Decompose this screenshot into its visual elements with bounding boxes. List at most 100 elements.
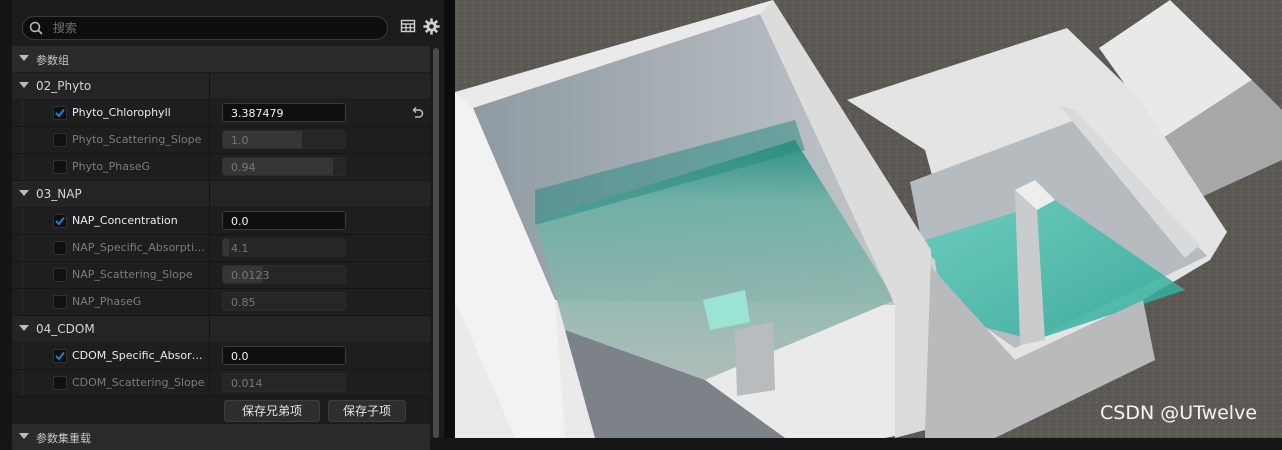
- enable-checkbox[interactable]: [53, 295, 67, 309]
- value-text: 0.85: [231, 296, 256, 309]
- indent-guide: [22, 100, 23, 126]
- column-splitter: [209, 100, 210, 126]
- enable-checkbox[interactable]: [53, 376, 67, 390]
- value-text: 1.0: [231, 134, 249, 147]
- column-splitter: [209, 235, 210, 261]
- value-field[interactable]: 0.014: [222, 373, 346, 392]
- property-row: NAP_Specific_Absorption_ 4.1: [12, 235, 430, 262]
- group-03-nap[interactable]: 03_NAP: [12, 181, 430, 207]
- checkmark-icon: [55, 351, 65, 361]
- column-splitter: [209, 73, 210, 99]
- property-name: CDOM_Scattering_Slope: [72, 376, 205, 389]
- property-name: NAP_Scattering_Slope: [72, 268, 193, 281]
- watermark: CSDN @UTwelve: [1100, 402, 1258, 424]
- value-field[interactable]: 3.387479: [222, 103, 346, 122]
- enable-checkbox[interactable]: [53, 241, 67, 255]
- section-label: 参数组: [36, 54, 69, 67]
- indent-guide: [22, 235, 23, 261]
- collapse-arrow-icon[interactable]: [19, 325, 29, 331]
- value-text: 0.014: [231, 377, 263, 390]
- value-field[interactable]: 0.0: [222, 211, 346, 230]
- property-row: Phyto_Scattering_Slope 1.0: [12, 127, 430, 154]
- enable-checkbox[interactable]: [53, 160, 67, 174]
- collapse-arrow-icon[interactable]: [19, 55, 29, 61]
- left-edge-strip: [0, 0, 12, 438]
- value-text: 0.0: [231, 215, 249, 228]
- property-name: CDOM_Specific_Absorpti...: [72, 349, 207, 362]
- value-text: 4.1: [231, 242, 249, 255]
- collapse-arrow-icon[interactable]: [19, 190, 29, 196]
- group-label: 03_NAP: [36, 187, 82, 201]
- property-name: NAP_Specific_Absorption_: [72, 241, 207, 254]
- property-row: NAP_Scattering_Slope 0.0123: [12, 262, 430, 289]
- property-row: Phyto_PhaseG 0.94: [12, 154, 430, 181]
- enable-checkbox[interactable]: [53, 106, 67, 120]
- details-toolbar: [12, 12, 390, 40]
- 3d-viewport[interactable]: CSDN @UTwelve: [455, 0, 1282, 438]
- value-field[interactable]: 0.94: [222, 157, 346, 176]
- property-row: NAP_Concentration 0.0: [12, 208, 430, 235]
- save-child-button[interactable]: 保存子项: [328, 400, 406, 422]
- value-field[interactable]: 0.0: [222, 346, 346, 365]
- value-text: 0.94: [231, 161, 256, 174]
- enable-checkbox[interactable]: [53, 349, 67, 363]
- gear-icon[interactable]: [423, 18, 440, 35]
- checkmark-icon: [55, 216, 65, 226]
- property-row: CDOM_Scattering_Slope 0.014: [12, 370, 430, 397]
- panel-divider[interactable]: [444, 0, 455, 438]
- column-splitter: [209, 181, 210, 207]
- group-04-cdom[interactable]: 04_CDOM: [12, 316, 430, 342]
- search-input[interactable]: [51, 19, 375, 37]
- enable-checkbox[interactable]: [53, 214, 67, 228]
- collapse-arrow-icon[interactable]: [19, 82, 29, 88]
- value-field[interactable]: 4.1: [222, 238, 346, 257]
- column-splitter: [209, 127, 210, 153]
- property-name: Phyto_PhaseG: [72, 160, 151, 173]
- property-name: NAP_PhaseG: [72, 295, 142, 308]
- indent-guide: [22, 289, 23, 315]
- property-name: Phyto_Chlorophyll: [72, 106, 171, 119]
- property-row: NAP_PhaseG 0.85: [12, 289, 430, 316]
- indent-guide: [22, 262, 23, 288]
- property-name: NAP_Concentration: [72, 214, 178, 227]
- reset-to-default-icon[interactable]: [410, 106, 424, 120]
- property-row: CDOM_Specific_Absorpti... 0.0: [12, 343, 430, 370]
- section-label: 参数集重载: [36, 432, 91, 445]
- property-row: Phyto_Chlorophyll 3.387479: [12, 100, 430, 127]
- collapse-arrow-icon[interactable]: [19, 433, 29, 439]
- value-field[interactable]: 1.0: [222, 130, 346, 149]
- indent-guide: [22, 154, 23, 180]
- column-splitter: [209, 289, 210, 315]
- column-splitter: [209, 370, 210, 396]
- indent-guide: [22, 127, 23, 153]
- value-field[interactable]: 0.0123: [222, 265, 346, 284]
- value-text: 0.0123: [231, 269, 270, 282]
- slider-fill: [223, 239, 230, 256]
- column-splitter: [209, 208, 210, 234]
- indent-guide: [22, 370, 23, 396]
- property-list: 参数组 02_Phyto Phyto_Chlorophyll 3.387479 …: [12, 46, 430, 450]
- search-icon: [29, 21, 43, 35]
- enable-checkbox[interactable]: [53, 133, 67, 147]
- section-param-set[interactable]: 参数集重载: [12, 424, 430, 450]
- property-name: Phyto_Scattering_Slope: [72, 133, 202, 146]
- save-siblings-button[interactable]: 保存兄弟项: [224, 400, 320, 422]
- scrollbar-thumb[interactable]: [433, 48, 439, 438]
- value-text: 0.0: [231, 350, 249, 363]
- column-splitter: [209, 154, 210, 180]
- tank1-post: [735, 322, 775, 396]
- section-param-group[interactable]: 参数组: [12, 46, 430, 72]
- scene-render: [455, 0, 1282, 438]
- search-box[interactable]: [22, 16, 388, 40]
- value-field[interactable]: 0.85: [222, 292, 346, 311]
- enable-checkbox[interactable]: [53, 268, 67, 282]
- value-text: 3.387479: [231, 107, 284, 120]
- column-splitter: [209, 343, 210, 369]
- group-02-phyto[interactable]: 02_Phyto: [12, 73, 430, 99]
- indent-guide: [22, 208, 23, 234]
- table-icon[interactable]: [400, 18, 416, 34]
- column-splitter: [209, 262, 210, 288]
- checkmark-icon: [55, 108, 65, 118]
- group-label: 04_CDOM: [36, 322, 95, 336]
- indent-guide: [22, 343, 23, 369]
